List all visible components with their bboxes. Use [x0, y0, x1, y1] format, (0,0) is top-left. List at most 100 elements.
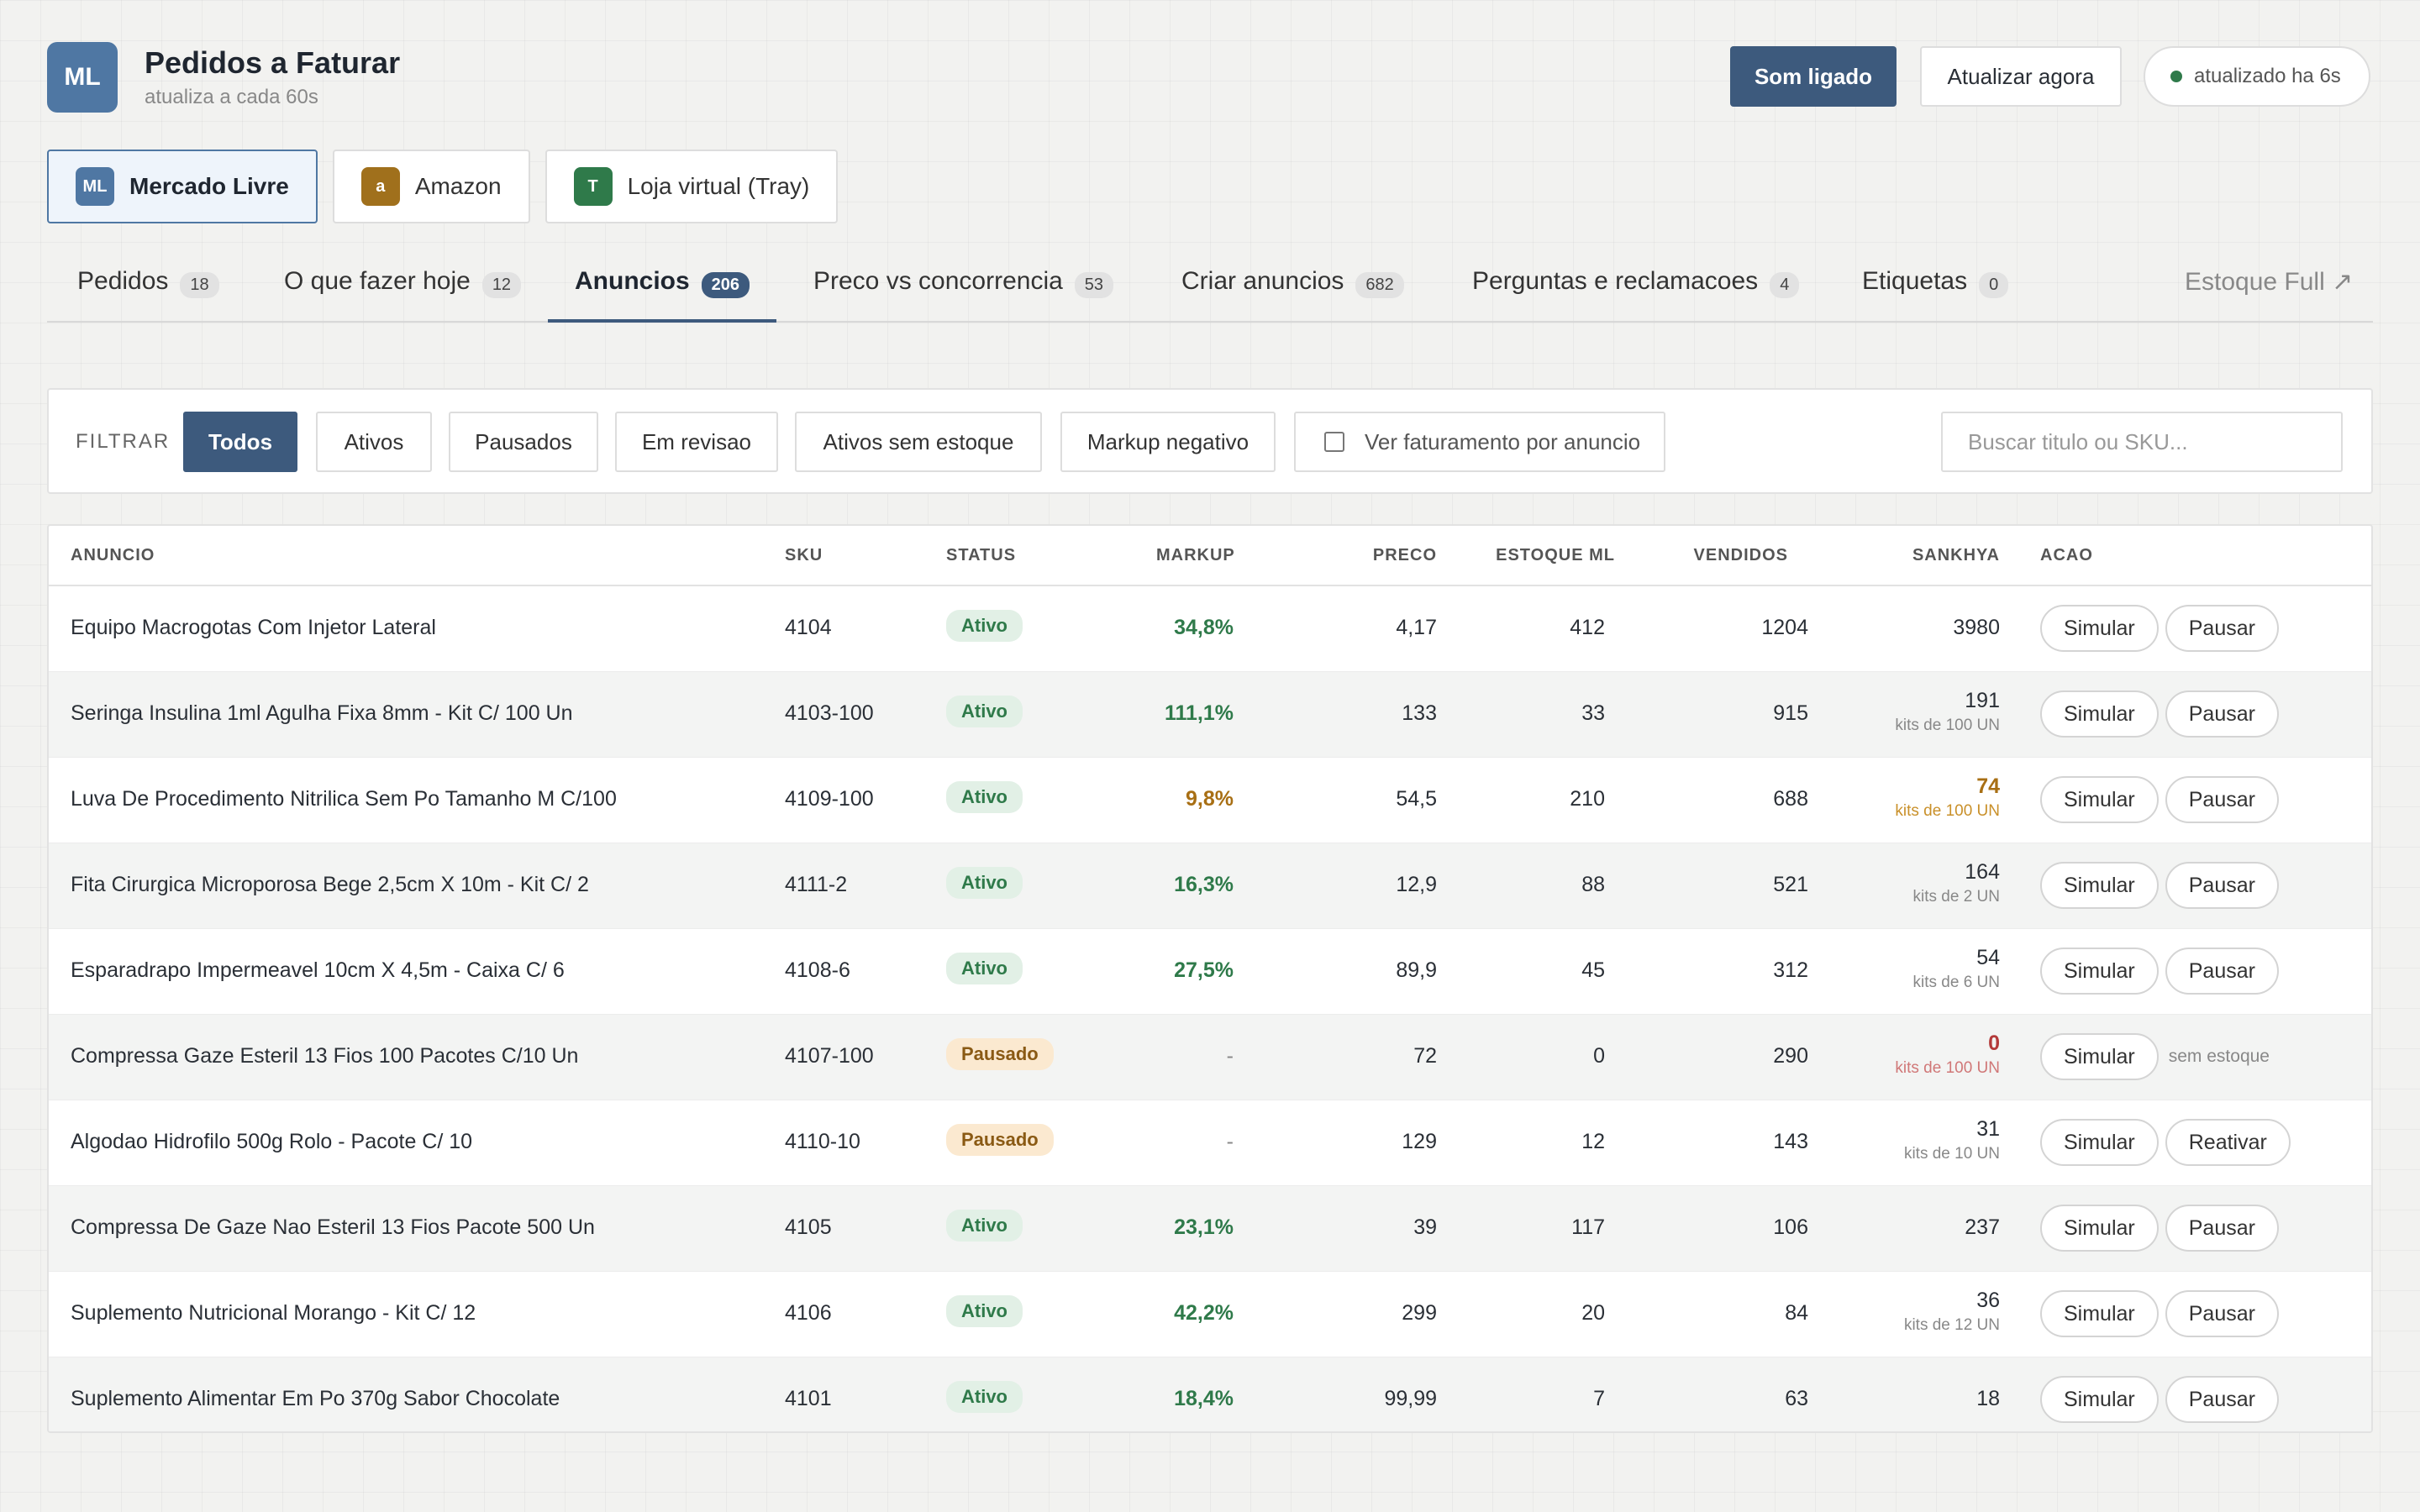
simular-button[interactable]: Simular: [2040, 776, 2159, 823]
simular-button[interactable]: Simular: [2040, 690, 2159, 738]
vendidos-cell: 84: [1785, 1301, 1808, 1325]
refresh-now-button[interactable]: Atualizar agora: [1920, 46, 2122, 107]
markup-cell: 42,2%: [1174, 1301, 1234, 1325]
page-subtitle: atualiza a cada 60s: [145, 86, 318, 108]
vendidos-cell: 63: [1785, 1387, 1808, 1410]
sound-toggle-button[interactable]: Som ligado: [1730, 46, 1897, 107]
ml-logo: ML: [47, 42, 118, 113]
sku-cell: 4107-100: [785, 1044, 874, 1068]
link-estoque-full[interactable]: Estoque Full ↗: [2185, 259, 2353, 323]
search-input[interactable]: [1941, 412, 2343, 472]
tab-etiquetas[interactable]: Etiquetas 0: [1862, 259, 2009, 323]
markup-cell: 23,1%: [1174, 1215, 1234, 1239]
simular-button[interactable]: Simular: [2040, 948, 2159, 995]
pausar-button[interactable]: Pausar: [2165, 1205, 2279, 1252]
faturamento-checkbox-toggle[interactable]: Ver faturamento por anuncio: [1294, 412, 1665, 472]
simular-button[interactable]: Simular: [2040, 1033, 2159, 1080]
pausar-button[interactable]: Pausar: [2165, 862, 2279, 909]
header-preco: PRECO: [1372, 546, 1437, 564]
sku-cell: 4109-100: [785, 787, 874, 811]
anuncio-title: Algodao Hidrofilo 500g Rolo - Pacote C/ …: [71, 1130, 473, 1153]
simular-button[interactable]: Simular: [2040, 862, 2159, 909]
sankhya-value: 164: [1965, 860, 2000, 884]
tab-criar-anuncios[interactable]: Criar anuncios 682: [1181, 259, 1404, 323]
anuncio-title: Luva De Procedimento Nitrilica Sem Po Ta…: [71, 787, 617, 811]
sankhya-cell: 191 kits de 100 UN: [1895, 689, 2000, 735]
tab-label: Criar anuncios: [1181, 267, 1344, 295]
filter-ativos-sem-estoque-button[interactable]: Ativos sem estoque: [795, 412, 1042, 472]
reativar-button[interactable]: Reativar: [2165, 1119, 2291, 1166]
preco-cell: 99,99: [1384, 1387, 1437, 1410]
header-acao: ACAO: [2040, 546, 2093, 564]
tab-perguntas-e-reclamacoes[interactable]: Perguntas e reclamacoes 4: [1472, 259, 1800, 323]
table-row: Equipo Macrogotas Com Injetor Lateral 41…: [49, 586, 2371, 672]
table-row: Luva De Procedimento Nitrilica Sem Po Ta…: [49, 758, 2371, 843]
markup-cell: 34,8%: [1174, 616, 1234, 639]
row-actions: Simular Pausar: [2040, 862, 2279, 909]
tab-label: O que fazer hoje: [284, 267, 471, 295]
sankhya-value: 237: [1965, 1215, 2000, 1239]
status-badge: Ativo: [946, 867, 1023, 899]
filter-markup-negativo-button[interactable]: Markup negativo: [1060, 412, 1276, 472]
table-row: Esparadrapo Impermeavel 10cm X 4,5m - Ca…: [49, 929, 2371, 1015]
sankhya-kit-note: kits de 2 UN: [1912, 888, 2000, 906]
pausar-button[interactable]: Pausar: [2165, 948, 2279, 995]
sankhya-cell: 54 kits de 6 UN: [1913, 946, 2000, 992]
filter-ativos-button[interactable]: Ativos: [316, 412, 432, 472]
simular-button[interactable]: Simular: [2040, 1119, 2159, 1166]
tab-anuncios[interactable]: Anuncios 206: [548, 259, 777, 323]
tab-preco-vs-concorrencia[interactable]: Preco vs concorrencia 53: [813, 259, 1114, 323]
row-actions: Simular Pausar: [2040, 1290, 2279, 1337]
simular-button[interactable]: Simular: [2040, 605, 2159, 652]
sankhya-cell: 31 kits de 10 UN: [1904, 1117, 2000, 1163]
simular-button[interactable]: Simular: [2040, 1205, 2159, 1252]
tab-label: Etiquetas: [1862, 267, 1968, 295]
tab-pedidos[interactable]: Pedidos 18: [77, 259, 219, 323]
marketplace-amazon[interactable]: a Amazon: [332, 150, 530, 223]
marketplace-selector: ML Mercado Livre a Amazon T Loja virtual…: [47, 150, 839, 223]
markup-cell: -: [1226, 1130, 1234, 1153]
tab-o-que-fazer-hoje[interactable]: O que fazer hoje 12: [284, 259, 522, 323]
pausar-button[interactable]: Pausar: [2165, 1290, 2279, 1337]
tab-label: Estoque Full ↗: [2185, 268, 2354, 296]
simular-button[interactable]: Simular: [2040, 1290, 2159, 1337]
sankhya-kit-note: kits de 10 UN: [1903, 1145, 2000, 1163]
status-badge: Pausado: [946, 1038, 1054, 1070]
sku-cell: 4110-10: [785, 1130, 860, 1153]
vendidos-cell: 143: [1773, 1130, 1808, 1153]
tab-count-badge: 4: [1770, 272, 1800, 298]
filter-todos-button[interactable]: Todos: [183, 412, 297, 472]
row-actions: Simular Pausar: [2040, 776, 2279, 823]
pausar-button[interactable]: Pausar: [2165, 690, 2279, 738]
vendidos-cell: 106: [1773, 1215, 1808, 1239]
checkbox-icon[interactable]: [1324, 432, 1344, 452]
vendidos-cell: 312: [1773, 958, 1808, 982]
header-vendidos: VENDIDOS: [1693, 546, 1788, 564]
filter-pausados-button[interactable]: Pausados: [449, 412, 598, 472]
marketplace-tray[interactable]: T Loja virtual (Tray): [544, 150, 839, 223]
sankhya-value: 0: [1988, 1032, 2000, 1055]
filter-label: FILTRAR: [76, 430, 171, 453]
anuncios-table: ANUNCIO SKU STATUS MARKUP PRECO ESTOQUE …: [47, 524, 2373, 1433]
simular-button[interactable]: Simular: [2040, 1376, 2159, 1423]
table-row: Algodao Hidrofilo 500g Rolo - Pacote C/ …: [49, 1100, 2371, 1186]
filter-em-revisao-button[interactable]: Em revisao: [615, 412, 778, 472]
sankhya-value: 36: [1976, 1289, 2000, 1312]
status-badge: Ativo: [946, 1295, 1023, 1327]
pausar-button[interactable]: Pausar: [2165, 776, 2279, 823]
pausar-button[interactable]: Pausar: [2165, 605, 2279, 652]
preco-cell: 39: [1413, 1215, 1437, 1239]
sankhya-value: 54: [1976, 946, 2000, 969]
marketplace-mercado-livre[interactable]: ML Mercado Livre: [47, 150, 318, 223]
markup-cell: -: [1226, 1044, 1234, 1068]
sankhya-kit-note: kits de 100 UN: [1895, 717, 2000, 734]
markup-cell: 16,3%: [1174, 873, 1234, 896]
table-row: Fita Cirurgica Microporosa Bege 2,5cm X …: [49, 843, 2371, 929]
vendidos-cell: 1204: [1761, 616, 1808, 639]
sankhya-kit-note: kits de 6 UN: [1912, 974, 2000, 991]
sankhya-value: 3980: [1953, 616, 2000, 639]
sku-cell: 4106: [785, 1301, 832, 1325]
status-badge: Ativo: [946, 1381, 1023, 1413]
pausar-button[interactable]: Pausar: [2165, 1376, 2279, 1423]
table-row: Suplemento Nutricional Morango - Kit C/ …: [49, 1272, 2371, 1357]
